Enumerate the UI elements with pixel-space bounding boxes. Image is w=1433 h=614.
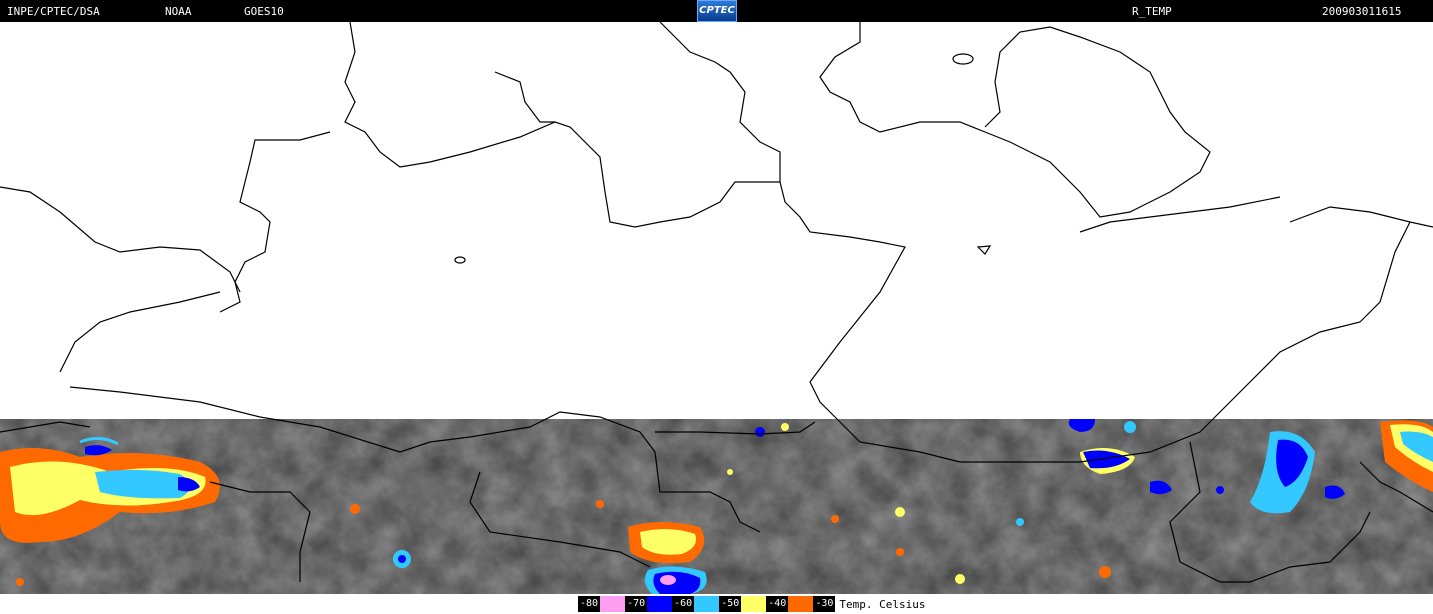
legend-label-5: -30 bbox=[813, 596, 836, 612]
legend-unit: Temp. Celsius bbox=[839, 597, 926, 611]
satellite-map bbox=[0, 21, 1433, 594]
legend-swatch-0 bbox=[600, 596, 626, 612]
cptec-logo: CPTEC bbox=[697, 0, 737, 22]
legend-swatch-2 bbox=[694, 596, 720, 612]
timestamp-label: 200903011615 bbox=[1322, 5, 1402, 18]
legend-swatch-3 bbox=[741, 596, 767, 612]
header-bar: INPE/CPTEC/DSA NOAA GOES10 CPTEC R_TEMP … bbox=[0, 0, 1433, 22]
legend-label-4: -40 bbox=[766, 596, 789, 612]
no-data-area bbox=[0, 22, 1433, 419]
legend-swatch-4 bbox=[788, 596, 814, 612]
product-label: R_TEMP bbox=[1132, 5, 1172, 18]
temperature-legend: -80 -70 -60 -50 -40 -30 Temp. Celsius bbox=[578, 596, 925, 612]
legend-label-0: -80 bbox=[578, 596, 601, 612]
legend-label-2: -60 bbox=[672, 596, 695, 612]
satellite-label: GOES10 bbox=[244, 5, 284, 18]
source-label: INPE/CPTEC/DSA bbox=[7, 5, 100, 18]
legend-swatch-1 bbox=[647, 596, 673, 612]
legend-label-3: -50 bbox=[719, 596, 742, 612]
map-svg bbox=[0, 21, 1433, 594]
agency-label: NOAA bbox=[165, 5, 192, 18]
legend-label-1: -70 bbox=[625, 596, 648, 612]
cloud-texture bbox=[0, 419, 1433, 594]
